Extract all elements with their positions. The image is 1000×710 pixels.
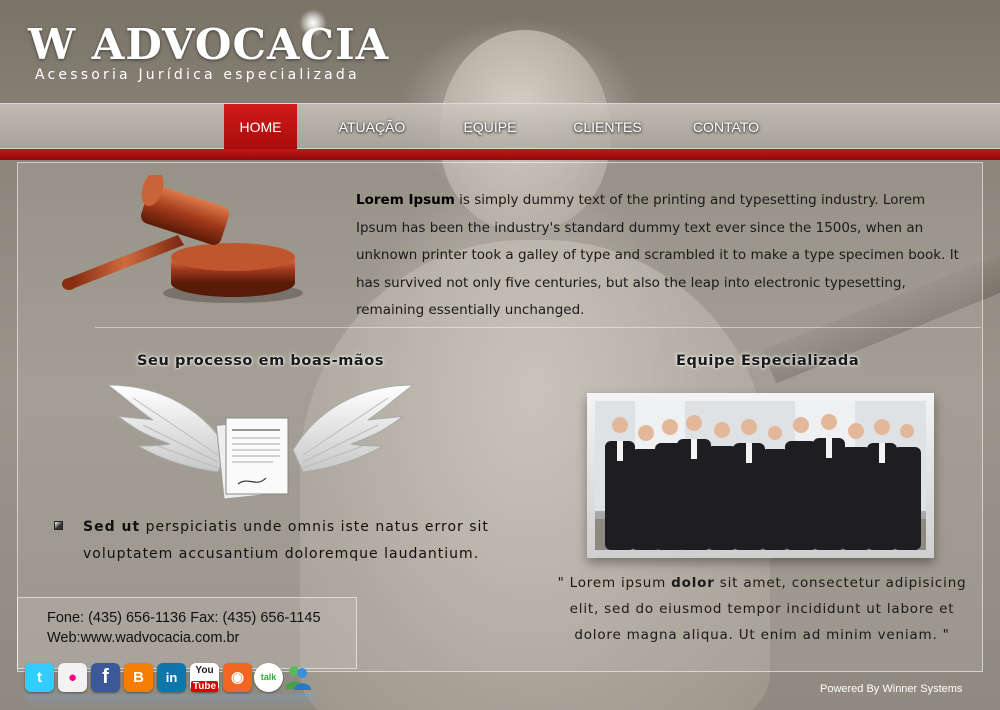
nav-item-contato[interactable]: CONTATO (683, 104, 769, 150)
left-section-text: Sed ut perspiciatis unde omnis iste natu… (83, 514, 513, 568)
intro-text: is simply dummy text of the printing and… (356, 192, 959, 318)
logo-subtitle: Acessoria Jurídica especializada (35, 67, 360, 83)
team-quote: " Lorem ipsum dolor sit amet, consectetu… (556, 570, 968, 648)
contact-website[interactable]: Web:www.wadvocacia.com.br (47, 628, 321, 648)
intro-paragraph: Lorem Ipsum is simply dummy text of the … (356, 187, 968, 325)
messenger-icon[interactable] (283, 663, 312, 692)
team-photo (595, 401, 926, 550)
main-nav: HOME ATUAÇÃO EQUIPE CLIENTES CONTATO (0, 103, 1000, 150)
contact-info: Fone: (435) 656-1136 Fax: (435) 656-1145… (47, 608, 321, 648)
linkedin-icon[interactable]: in (157, 663, 186, 692)
logo-star-icon (298, 8, 328, 38)
intro-lead: Lorem Ipsum (356, 192, 455, 208)
gavel-icon (62, 175, 303, 303)
nav-red-bar (0, 149, 1000, 160)
left-section-bold: Sed ut (83, 519, 141, 535)
nav-item-clientes[interactable]: CLIENTES (565, 104, 650, 150)
section-divider (95, 327, 981, 328)
nav-item-home[interactable]: HOME (224, 104, 297, 150)
bullet-icon (54, 521, 63, 530)
nav-item-atuacao[interactable]: ATUAÇÃO (326, 104, 418, 150)
team-photo-frame[interactable] (587, 393, 934, 558)
youtube-icon[interactable]: You Tube (190, 663, 219, 692)
rss-icon[interactable]: ◉ (223, 663, 252, 692)
left-section-body: perspiciatis unde omnis iste natus error… (83, 519, 489, 562)
blogger-icon[interactable]: B (124, 663, 153, 692)
logo-title[interactable]: W ADVOCACIA (28, 20, 389, 69)
winged-documents-icon (108, 384, 413, 500)
twitter-icon[interactable]: t (25, 663, 54, 692)
left-section-heading: Seu processo em boas-mãos (137, 353, 385, 369)
social-reflection (25, 694, 315, 708)
nav-item-equipe[interactable]: EQUIPE (450, 104, 530, 150)
facebook-icon[interactable]: f (91, 663, 120, 692)
quote-start: " Lorem ipsum (557, 575, 672, 591)
quote-bold: dolor (671, 575, 715, 591)
powered-by-link[interactable]: Powered By Winner Systems (820, 683, 962, 695)
right-section-heading: Equipe Especializada (676, 353, 860, 369)
contact-phone-fax: Fone: (435) 656-1136 Fax: (435) 656-1145 (47, 610, 321, 626)
flickr-icon[interactable]: ● (58, 663, 87, 692)
gtalk-icon[interactable]: talk (254, 663, 283, 692)
team-people-illustration (595, 401, 926, 550)
